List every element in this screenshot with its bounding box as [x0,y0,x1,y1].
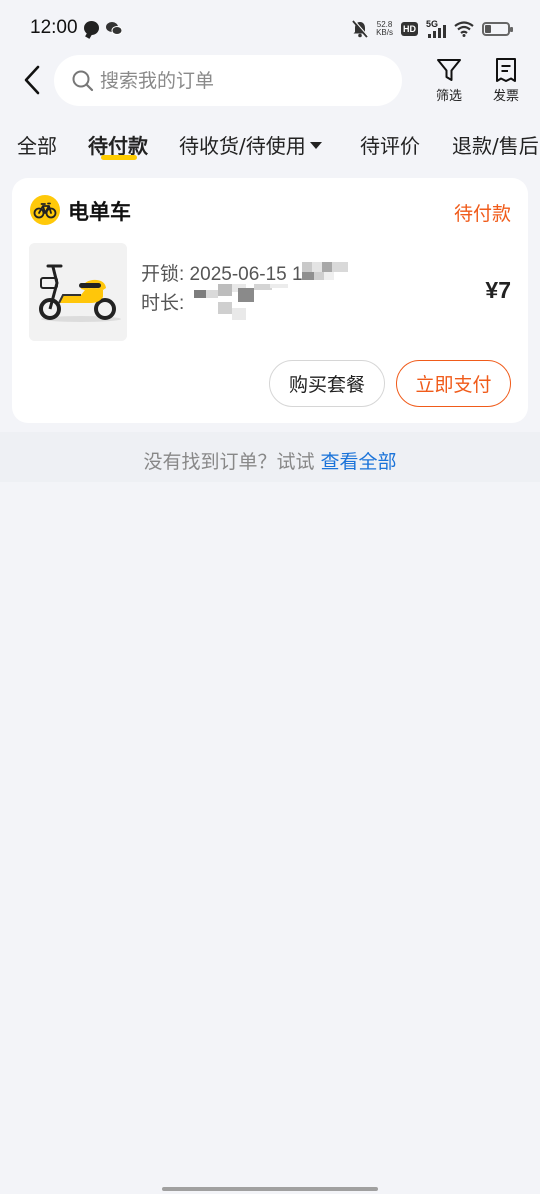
network-speed: 52.8 KB/s [376,21,393,37]
invoice-icon [496,58,516,82]
ride-duration: 时长: [141,293,185,314]
tab-pending-review-label: 待评价 [360,134,420,158]
back-button[interactable] [18,64,48,96]
tab-all[interactable]: 全部 [17,130,57,159]
tab-refund-aftersale-label: 退款/售后 [452,134,539,158]
tab-pending-receipt-label: 待收货/待使用 [179,134,306,158]
header: 筛选 发票 [0,52,540,112]
order-status: 待付款 [453,203,511,225]
status-right-group: 52.8 KB/s HD 5G [352,18,513,40]
filter-icon [437,59,461,81]
buy-package-button[interactable]: 购买套餐 [269,360,385,407]
message-icon [84,21,99,35]
invoice-button[interactable]: 发票 [484,57,528,104]
status-time: 12:00 [30,17,78,38]
filter-label: 筛选 [435,89,462,104]
mute-bell-icon [352,20,369,38]
status-bar: 12:00 52.8 KB/s HD 5G [0,0,540,56]
business-name: 电单车 [68,200,131,224]
pay-now-button[interactable]: 立即支付 [396,360,511,407]
chevron-left-icon [24,65,40,95]
unlock-time: 开锁: 2025-06-15 1 [141,264,303,285]
network-speed-unit: KB/s [376,28,393,37]
search-box[interactable] [54,55,402,106]
order-price: ¥7 [485,277,511,303]
caret-down-icon [309,142,322,149]
scooter-image [29,243,127,341]
orders-page: 12:00 52.8 KB/s HD 5G 搜索我的订单 筛选 发票 全部 待付… [0,0,540,1194]
invoice-label: 发票 [492,89,519,104]
order-card[interactable]: 电单车 待付款 开锁: 2025-06-15 1 时长: ¥7 购买套餐 立即支… [12,178,528,423]
tab-refund-aftersale[interactable]: 退款/售后 [452,130,539,159]
cellular-signal-icon: 5G [426,19,446,39]
tab-all-label: 全部 [17,134,57,158]
home-indicator[interactable] [162,1187,378,1191]
privacy-mosaic-2 [194,282,304,324]
order-tabs: 全部 待付款 待收货/待使用 待评价 退款/售后 [0,126,540,166]
wechat-icon [106,22,122,35]
wifi-icon [454,21,474,37]
bike-icon [30,195,60,225]
tab-pending-receipt[interactable]: 待收货/待使用 [179,130,322,159]
active-tab-indicator [101,155,137,160]
empty-hint: 没有找到订单？试试 查看全部 [0,447,540,474]
empty-hint-text: 没有找到订单？试试 [143,451,321,473]
tab-pending-review[interactable]: 待评价 [360,130,420,159]
search-icon [72,70,94,92]
hd-badge: HD [401,22,418,36]
filter-button[interactable]: 筛选 [427,57,471,104]
battery-icon [482,22,513,36]
search-input[interactable] [100,55,390,106]
view-all-link[interactable]: 查看全部 [321,451,397,473]
privacy-mosaic [302,262,358,312]
